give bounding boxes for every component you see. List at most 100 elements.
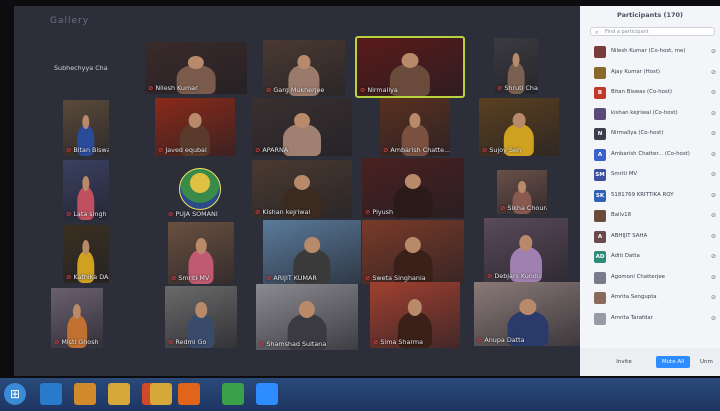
muted-mic-icon: ⊘ [66,273,72,281]
explorer-icon[interactable] [150,383,172,405]
windows-taskbar: ⊞ [0,378,720,411]
participant-name-label: ⊘ Piyush [365,208,393,216]
muted-mic-icon: ⊘ [487,272,493,280]
video-tile[interactable]: ⊘ Sujoy Sen [479,98,559,156]
mic-status-icon[interactable]: ⊘ [711,171,716,178]
participant-row[interactable]: SM Smriti MV ⊘ [580,165,720,186]
participant-name: Nilesh Kumar [155,84,198,92]
video-tile[interactable]: ⊘ Sima Sharma [370,282,460,348]
muted-mic-icon: ⊘ [255,208,261,216]
video-tile[interactable]: Subhechyya Cha [54,64,108,72]
participant-name-label: ⊘ Sima Sharma [373,338,423,346]
chrome-icon[interactable] [222,383,244,405]
video-tile[interactable]: ⊘ Garg Mukherjee [263,40,345,96]
mic-status-icon[interactable]: ⊘ [711,192,716,199]
firefox-icon[interactable] [178,383,200,405]
mic-status-icon[interactable]: ⊘ [711,315,716,322]
mic-status-icon[interactable]: ⊘ [711,253,716,260]
participant-head [188,113,202,129]
mic-status-icon[interactable]: ⊘ [711,48,716,55]
participant-row[interactable]: B Bitan Biswas (Co-host) ⊘ [580,83,720,104]
video-tile[interactable]: ⊘ Smriti MV [168,222,234,284]
zoom-icon[interactable] [256,383,278,405]
participant-name: Kathika DASGUP... [73,273,109,281]
video-tile[interactable]: ⊘Kathika DASGUP... [63,225,109,283]
participant-row-name: Ajay Kumar (Host) [611,68,661,75]
video-tile[interactable]: ⊘ Lata singh [63,160,109,220]
participant-name-label: ⊘ Javed equbal [158,146,207,154]
video-tile[interactable]: ⊘Shruti Chandak [494,38,538,94]
video-tile[interactable]: ⊘ Misti Ghosh [51,288,103,348]
mic-status-icon[interactable]: ⊘ [711,294,716,301]
participant-row[interactable]: Ajay Kumar (Host) ⊘ [580,63,720,84]
participant-row-name: Agomoni Chatterjee [611,273,665,280]
participant-row[interactable]: A Ambarish Chatter... (Co-host) ⊘ [580,145,720,166]
participant-name: Redmi Go [175,338,207,346]
video-tile[interactable]: ⊘ Anupa Datta [474,282,582,346]
video-tile[interactable]: ⊘Sikha Chourasia [497,170,547,214]
folder-icon[interactable] [108,383,130,405]
start-icon[interactable]: ⊞ [4,383,26,405]
participant-row[interactable]: kishan kejriwal (Co-host) ⊘ [580,104,720,125]
participant-search-input[interactable]: ⌕ Find a participant [590,27,715,36]
invite-button[interactable]: Invite [612,356,636,368]
muted-mic-icon: ⊘ [365,208,371,216]
mic-status-icon[interactable]: ⊘ [711,89,716,96]
video-tile[interactable]: ⊘ Piyush [362,158,464,218]
mic-status-icon[interactable]: ⊘ [711,110,716,117]
participant-row-name: Aditi Datta [611,253,640,259]
muted-mic-icon: ⊘ [266,274,272,282]
media-icon[interactable] [74,383,96,405]
video-tile[interactable]: ⊘ Redmi Go [165,286,237,348]
participant-video [283,124,321,156]
participant-row[interactable]: SK 5181769 KRITTIKA ROY ⊘ [580,186,720,207]
participant-row[interactable]: Amrita Tarafdar ⊘ [580,309,720,330]
mic-status-icon[interactable]: ⊘ [711,130,716,137]
participant-name-label: ⊘ Garg Mukherjee [266,86,324,94]
mute-all-button[interactable]: Mute All [656,356,690,368]
video-tile[interactable]: ⊘ Kishan kejriwal [252,160,352,218]
participant-name: Garg Mukherjee [273,86,325,94]
video-tile[interactable]: ⊘ Shamshad Sultana [256,284,358,350]
video-tile[interactable]: ⊘ APARNA [252,98,352,156]
video-tile[interactable]: ⊘ Javed equbal [155,98,235,156]
video-tile[interactable]: ⊘Bitan Biswas [63,100,109,156]
participant-row-name: Baliv18 [611,212,632,218]
participant-name-label: ⊘ Smriti MV [171,274,209,282]
participant-row[interactable]: Baliv18 ⊘ [580,206,720,227]
participant-name: ARIJIT KUMAR [273,274,317,282]
mic-status-icon[interactable]: ⊘ [711,69,716,76]
participant-head [512,113,526,129]
participant-name-label: ⊘ ARIJIT KUMAR [266,274,317,282]
mic-status-icon[interactable]: ⊘ [711,212,716,219]
video-tile[interactable]: ⊘ PUJA SOMANI [165,162,235,220]
mic-status-icon[interactable]: ⊘ [711,151,716,158]
participant-name: Anupa Datta [484,336,525,344]
unmute-all-button[interactable]: Unm [700,356,720,368]
video-tile[interactable]: ⊘ Debjani Kundu [484,218,568,282]
video-tile[interactable]: ⊘ Nilesh Kumar [145,42,247,94]
participant-row[interactable]: A ABHIJIT SAHA ⊘ [580,227,720,248]
participant-row[interactable]: Agomoni Chatterjee ⊘ [580,268,720,289]
participant-name: Shruti Chandak [504,84,538,92]
video-tile[interactable]: ⊘ ARIJIT KUMAR [263,220,361,284]
mic-status-icon[interactable]: ⊘ [711,233,716,240]
video-tile[interactable]: ⊘ Ambarish Chatte... [380,98,450,156]
video-tile[interactable]: ⊘ Nirmallya [355,36,465,98]
ie-icon[interactable] [40,383,62,405]
participant-name: Javed equbal [165,146,207,154]
participant-row[interactable]: Nilesh Kumar (Co-host, me) ⊘ [580,42,720,63]
muted-mic-icon: ⊘ [482,146,488,154]
participant-row[interactable]: AD Aditi Datta ⊘ [580,247,720,268]
participant-avatar: A [594,148,606,161]
participant-name-label: ⊘ Lata singh [66,210,107,218]
search-placeholder: Find a participant [605,29,649,35]
participant-avatar [594,107,606,120]
muted-mic-icon: ⊘ [383,146,389,154]
participant-avatar [594,46,606,58]
mic-status-icon[interactable]: ⊘ [711,274,716,281]
video-tile[interactable]: ⊘ Sweta Singhania [362,220,464,284]
participant-row[interactable]: Amrita Sengupta ⊘ [580,288,720,309]
participant-row[interactable]: N Nirmallya (Co-host) ⊘ [580,124,720,145]
participant-row-name: Bitan Biswas (Co-host) [611,89,672,95]
